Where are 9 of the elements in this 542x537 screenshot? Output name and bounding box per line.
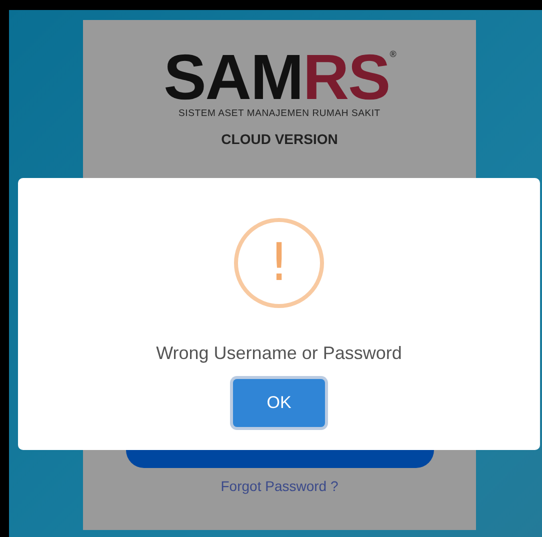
registered-mark: ® [390, 49, 396, 59]
forgot-password-link[interactable]: Forgot Password ? [220, 476, 338, 498]
logo-tagline: SISTEM ASET MANAJEMEN RUMAH SAKIT [178, 107, 380, 121]
version-label: CLOUD VERSION [221, 130, 338, 150]
ok-button[interactable]: OK [233, 379, 325, 427]
logo-text: RS [302, 52, 390, 102]
warning-icon: ! [234, 218, 324, 308]
alert-message: Wrong Username or Password [156, 342, 402, 365]
logo-text: SAM [164, 52, 303, 102]
